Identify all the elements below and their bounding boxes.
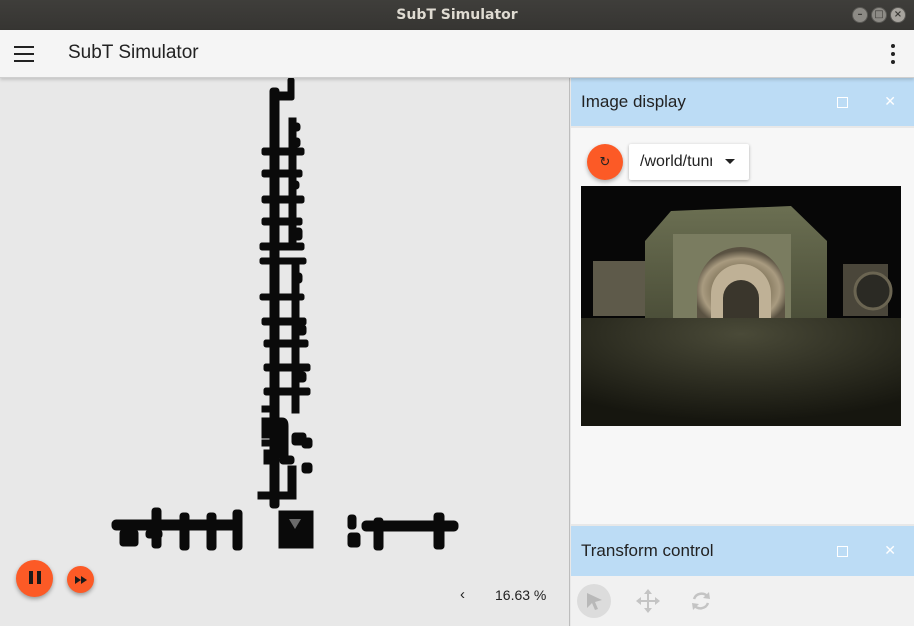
maximize-icon[interactable]: □: [871, 7, 887, 23]
camera-image: [581, 186, 901, 426]
hamburger-icon[interactable]: [14, 46, 34, 62]
topic-select[interactable]: /world/tunnel: [629, 144, 749, 180]
scene-3d-view[interactable]: ‹ 16.63 %: [0, 78, 570, 626]
select-tool-button[interactable]: [577, 584, 611, 618]
zoom-label: 16.63 %: [495, 586, 547, 603]
arrow-pointer-icon: [587, 593, 602, 610]
close-panel-icon[interactable]: ✕: [884, 543, 896, 559]
image-display-title: Image display: [581, 92, 686, 111]
minimize-icon[interactable]: –: [852, 7, 868, 23]
maximize-panel-icon[interactable]: [837, 545, 848, 557]
rotate-icon: [692, 592, 710, 610]
window-controls: – □ ×: [852, 7, 906, 23]
zoom-indicator: ‹ 16.63 %: [460, 586, 546, 603]
close-panel-icon[interactable]: ✕: [884, 94, 896, 110]
pause-button[interactable]: [16, 560, 53, 597]
more-vert-icon[interactable]: [890, 44, 896, 64]
fast-forward-icon: [74, 575, 87, 584]
image-display-panel: ↻ /world/tunnel: [571, 128, 914, 524]
refresh-icon: ↻: [599, 154, 611, 170]
dropdown-arrow-icon: [725, 159, 735, 164]
window-titlebar: SubT Simulator – □ ×: [0, 0, 914, 30]
window-title: SubT Simulator: [396, 7, 518, 23]
app-title: SubT Simulator: [68, 42, 199, 63]
move-arrows-icon: [636, 589, 660, 613]
transform-control-header: Transform control ✕: [571, 526, 914, 576]
translate-tool-button[interactable]: [631, 584, 665, 618]
step-button[interactable]: [67, 566, 94, 593]
image-display-header: Image display ✕: [571, 78, 914, 126]
transform-control-panel: [571, 576, 914, 626]
chevron-left-icon[interactable]: ‹: [460, 586, 472, 603]
close-window-icon[interactable]: ×: [890, 7, 906, 23]
pause-icon: [27, 569, 43, 588]
refresh-button[interactable]: ↻: [587, 144, 623, 180]
maximize-panel-icon[interactable]: [837, 96, 848, 108]
topic-select-value: /world/tunnel: [640, 153, 712, 170]
app-toolbar: SubT Simulator: [0, 30, 914, 78]
transform-control-title: Transform control: [581, 541, 714, 560]
tunnel-map: [111, 78, 459, 551]
rotate-tool-button[interactable]: [684, 584, 718, 618]
